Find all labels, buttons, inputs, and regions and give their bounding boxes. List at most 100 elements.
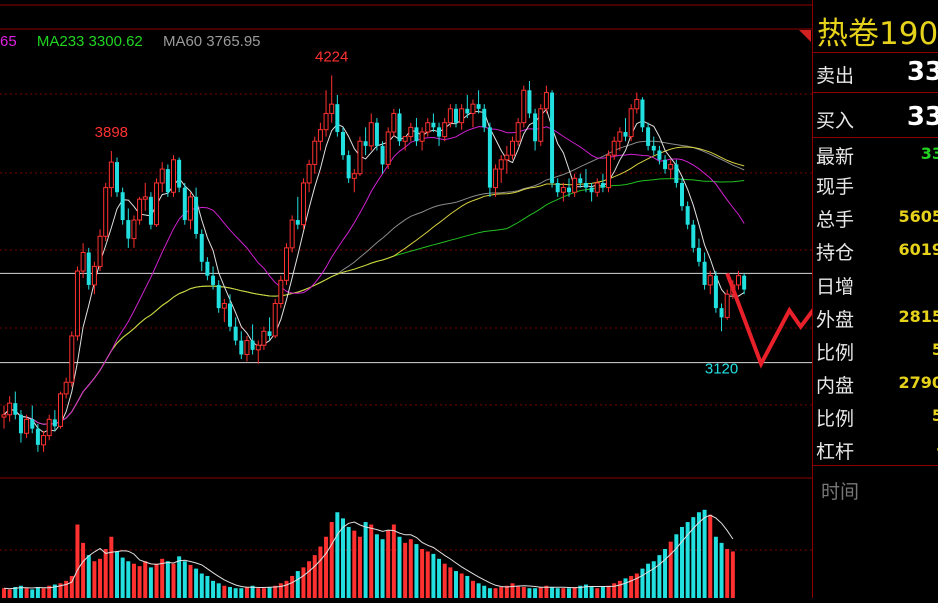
candle-body xyxy=(187,196,193,221)
volume-bar xyxy=(425,551,430,598)
ma233-legend: MA233 3300.62 xyxy=(36,33,143,50)
candle-body xyxy=(385,131,391,165)
candle-body xyxy=(419,131,425,142)
panel-divider xyxy=(813,137,938,138)
candle-body xyxy=(567,187,571,193)
volume-bar xyxy=(663,549,668,598)
time-label: 时间 xyxy=(821,481,860,503)
candle-body xyxy=(351,173,357,179)
volume-bar xyxy=(476,583,481,598)
volume-bar xyxy=(595,588,600,598)
quote-row: 外盘 2815 xyxy=(813,303,938,333)
candle-body xyxy=(391,112,397,133)
volume-bar xyxy=(307,561,312,598)
volume-bar xyxy=(312,555,317,598)
candle-body xyxy=(533,113,538,142)
volume-bar xyxy=(386,530,391,598)
candle-body xyxy=(476,104,481,109)
candle-body xyxy=(696,247,701,262)
volume-bar xyxy=(640,568,645,598)
candle-body xyxy=(221,302,227,309)
candle-body xyxy=(284,247,289,281)
volume-bar xyxy=(228,586,232,598)
quote-row: 买入 33 xyxy=(813,102,938,132)
ma-legend: 65 MA233 3300.62 MA60 3765.95 xyxy=(0,33,277,50)
volume-bar xyxy=(629,575,634,598)
volume-bar xyxy=(357,536,362,598)
candle-body xyxy=(583,182,588,188)
volume-bar xyxy=(256,588,261,598)
volume-bar xyxy=(516,585,521,598)
candle-body xyxy=(640,99,645,128)
volume-bar xyxy=(555,588,560,598)
candle-body xyxy=(24,418,30,434)
candle-body xyxy=(465,108,470,114)
candle-body xyxy=(431,122,436,128)
volume-bar xyxy=(301,567,306,598)
candle-body xyxy=(306,163,312,184)
candle-body xyxy=(425,122,431,133)
volume-bar xyxy=(420,549,425,598)
volume-bar xyxy=(391,524,396,598)
volume-bar xyxy=(561,588,566,598)
volume-bar xyxy=(668,541,673,598)
candle-body xyxy=(148,196,153,225)
candle-body xyxy=(397,113,402,142)
volume-bar xyxy=(143,561,148,598)
candle-body xyxy=(216,284,221,309)
candle-body xyxy=(317,129,323,142)
panel-divider xyxy=(813,92,938,93)
candle-body xyxy=(289,219,295,249)
candle-body xyxy=(527,90,532,114)
candle-body xyxy=(159,168,165,184)
quote-row: 最新 33 xyxy=(813,140,938,170)
candle-body xyxy=(702,261,707,285)
volume-bar xyxy=(397,536,402,598)
price-annotation: 4224 xyxy=(315,48,348,65)
quote-label: 最新 xyxy=(816,146,855,168)
candle-body xyxy=(589,187,594,193)
candle-body xyxy=(278,279,284,304)
candle-body xyxy=(194,196,199,234)
volume-bar xyxy=(222,585,227,598)
candle-body xyxy=(742,275,747,290)
volume-bar xyxy=(341,518,345,598)
candle-body xyxy=(205,261,210,276)
volume-bar xyxy=(103,549,108,598)
candle-body xyxy=(634,99,640,110)
candle-body xyxy=(115,162,119,193)
candle-body xyxy=(402,136,408,142)
volume-bar xyxy=(708,514,713,598)
candle-body xyxy=(454,108,458,123)
candle-body xyxy=(657,150,662,160)
volume-bar xyxy=(126,561,131,598)
price-annotation: 3898 xyxy=(95,124,128,141)
volume-bar xyxy=(465,575,470,598)
volume-bar xyxy=(719,542,724,598)
quote-value: 6019 xyxy=(898,240,938,259)
volume-bar xyxy=(199,573,204,598)
candle-body xyxy=(171,159,176,193)
volume-bar xyxy=(120,557,125,598)
volume-bar xyxy=(572,586,577,598)
candle-body xyxy=(572,177,578,193)
candle-body xyxy=(560,187,566,193)
candle-body xyxy=(606,154,612,189)
candle-body xyxy=(487,127,492,188)
volume-bar xyxy=(550,586,555,598)
candle-body xyxy=(550,92,555,183)
quote-row: 比例 5 xyxy=(813,402,938,432)
candle-body xyxy=(691,224,696,248)
quote-value: 2815 xyxy=(898,307,938,326)
candle-body xyxy=(323,112,329,131)
quote-label: 日增 xyxy=(816,276,855,298)
candle-body xyxy=(41,435,47,446)
candle-body xyxy=(103,187,109,237)
quote-value: 33 xyxy=(906,57,938,87)
volume-bar xyxy=(131,563,136,598)
volume-bar xyxy=(567,588,571,598)
volume-bar xyxy=(41,588,46,598)
candle-body xyxy=(255,344,261,351)
candle-body xyxy=(600,182,605,188)
quote-row: 卖出 33 xyxy=(813,57,938,87)
